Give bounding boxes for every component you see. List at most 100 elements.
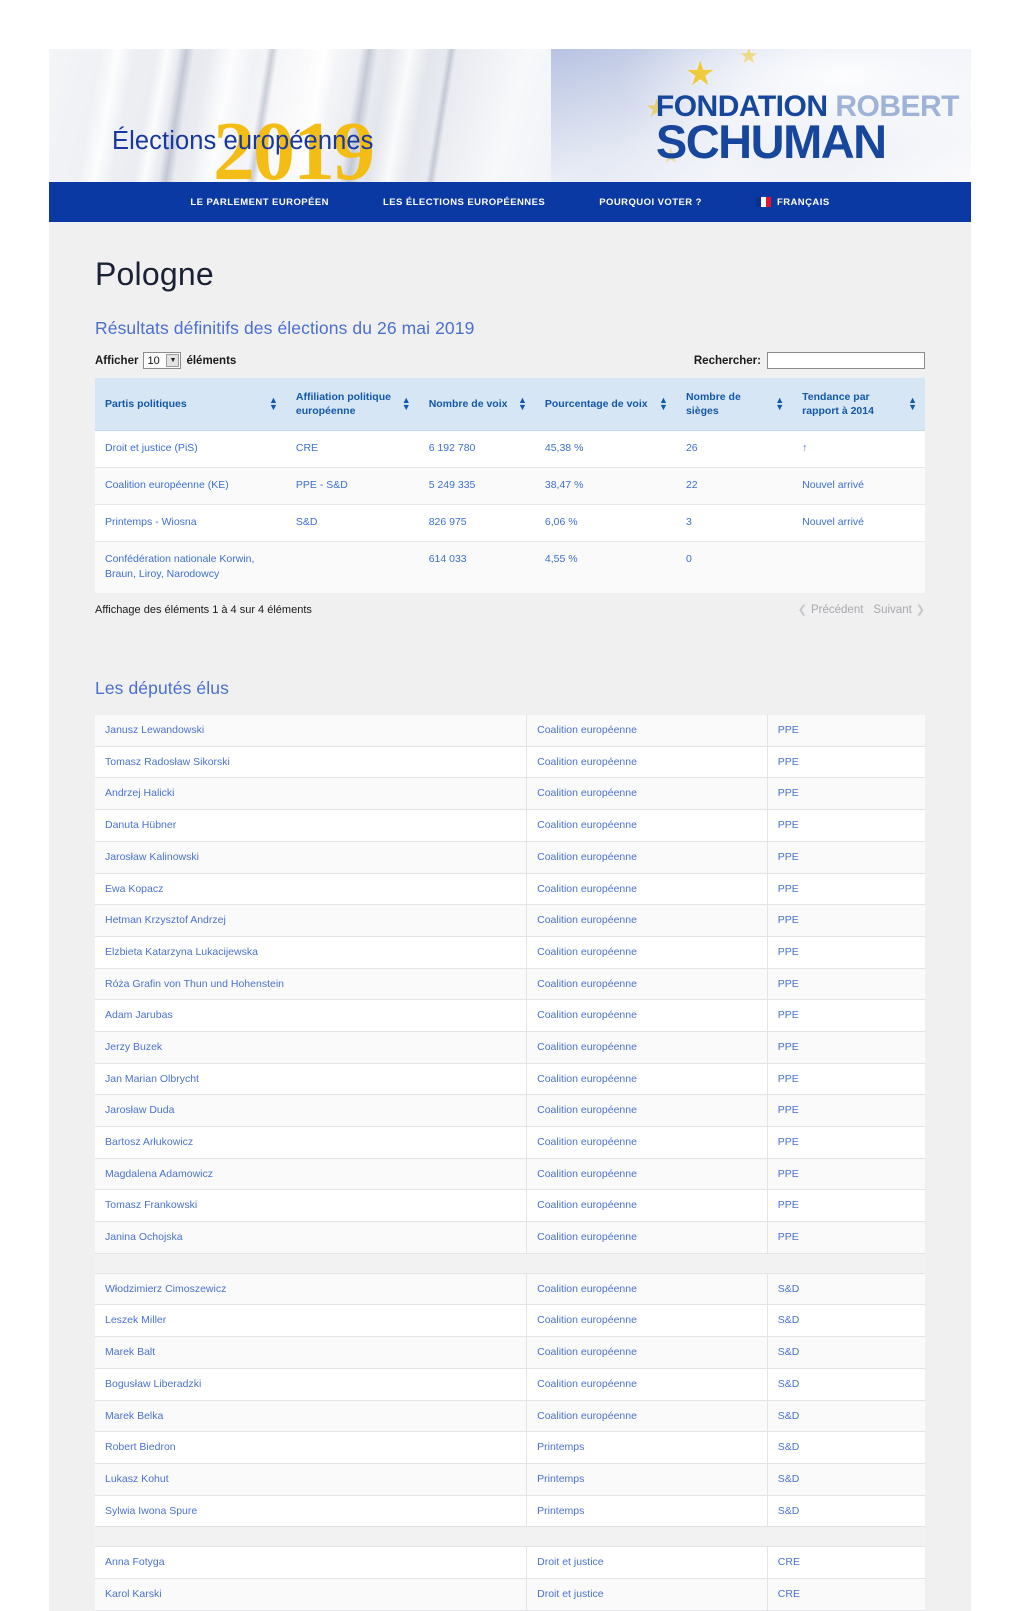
cell-pourcentage: 45,38 %: [534, 430, 676, 469]
deputy-party: Coalition européenne: [526, 999, 768, 1032]
deputy-group: S&D: [767, 1495, 925, 1528]
page-length-suffix-label: éléments: [186, 354, 237, 367]
deputy-party: Coalition européenne: [526, 936, 768, 969]
deputy-group: PPE: [767, 1126, 925, 1159]
deputy-party: Printemps: [526, 1463, 768, 1496]
col-header-partis[interactable]: Partis politiques ▲ ▼: [95, 378, 286, 432]
deputy-name: Karol Karski: [95, 1578, 528, 1611]
deputy-party: Coalition européenne: [526, 746, 768, 779]
deputy-name: Jerzy Buzek: [95, 1031, 528, 1064]
table-row: Ewa Kopacz Coalition européenne PPE: [95, 873, 925, 906]
page-length-select[interactable]: 10 ▼: [143, 352, 182, 369]
table-row: Danuta Hübner Coalition européenne PPE: [95, 809, 925, 842]
deputy-group: PPE: [767, 968, 925, 1001]
cell-pourcentage: 6,06 %: [534, 504, 676, 542]
datatable-info: Affichage des éléments 1 à 4 sur 4 éléme…: [95, 603, 312, 616]
deputy-name: Adam Jarubas: [95, 999, 528, 1032]
pagination-previous[interactable]: ❮ Précédent: [797, 603, 864, 617]
table-row: Confédération nationale Korwin, Braun, L…: [95, 541, 925, 594]
site-banner: ★ ★ ★ ★ 2019 Élections européennes FONDA…: [49, 49, 971, 182]
search-input[interactable]: [767, 352, 925, 369]
deputy-party: Printemps: [526, 1431, 768, 1464]
deputy-group: S&D: [767, 1368, 925, 1401]
results-table-header-row: Partis politiques ▲ ▼ Affiliation politiqu…: [95, 378, 925, 432]
group-separator-cell: [95, 1526, 925, 1548]
sort-updown-icon: ▲ ▼: [659, 394, 668, 413]
deputy-party: Coalition européenne: [526, 715, 768, 747]
col-header-affiliation[interactable]: Affiliation politique européenne ▲ ▼: [285, 378, 419, 432]
col-header-label: Affiliation politique européenne: [295, 391, 391, 418]
col-header-label: Tendance par rapport à 2014: [802, 391, 874, 418]
cell-pourcentage: 38,47 %: [534, 467, 676, 505]
nav-item-language[interactable]: FRANÇAIS: [755, 197, 830, 208]
table-row: Adam Jarubas Coalition européenne PPE: [95, 999, 925, 1032]
cell-sieges: 0: [675, 541, 793, 594]
col-header-pourcentage[interactable]: Pourcentage de voix ▲ ▼: [534, 378, 676, 432]
deputy-group: PPE: [767, 1094, 925, 1128]
deputy-party: Coalition européenne: [526, 809, 768, 842]
table-row: Lukasz Kohut Printemps S&D: [95, 1463, 925, 1496]
french-flag-icon: [755, 197, 771, 207]
page-length-control[interactable]: Afficher 10 ▼ éléments: [95, 352, 236, 369]
deputy-name: Leszek Miller: [95, 1304, 528, 1338]
sort-updown-icon: ▲ ▼: [908, 394, 917, 413]
deputy-name: Sylwia Iwona Spure: [95, 1495, 528, 1528]
chevron-down-icon: ▼: [166, 354, 180, 367]
deputy-group: PPE: [767, 1158, 925, 1191]
eu-star-icon: ★: [739, 49, 759, 68]
deputy-group: PPE: [767, 809, 925, 842]
cell-voix: 6 192 780: [418, 430, 535, 469]
col-header-sieges[interactable]: Nombre de sièges ▲ ▼: [675, 378, 793, 432]
deputy-group: PPE: [767, 904, 925, 937]
search-control[interactable]: Rechercher:: [694, 352, 925, 369]
col-header-tendance[interactable]: Tendance par rapport à 2014 ▲ ▼: [792, 378, 925, 432]
cell-voix: 614 033: [418, 541, 535, 594]
logo-schuman-text: SCHUMAN: [655, 114, 887, 168]
datatable-pagination: ❮ Précédent Suivant ❯: [797, 603, 925, 617]
deputy-party: Coalition européenne: [526, 904, 768, 937]
page-length-prefix-label: Afficher: [95, 354, 139, 367]
main-content: Pologne Résultats définitifs des électio…: [49, 222, 971, 1611]
deputy-party: Coalition européenne: [526, 1336, 768, 1369]
deputy-party: Coalition européenne: [526, 1126, 768, 1159]
deputy-name: Ewa Kopacz: [95, 873, 528, 906]
cell-voix: 5 249 335: [418, 467, 535, 505]
deputy-name: Jan Marian Olbrycht: [95, 1063, 528, 1096]
deputy-name: Magdalena Adamowicz: [95, 1158, 528, 1191]
nav-item-pourquoi-voter[interactable]: POURQUOI VOTER ?: [599, 197, 702, 208]
nav-item-elections[interactable]: LES ÉLECTIONS EUROPÉENNES: [383, 197, 545, 208]
table-row: Janusz Lewandowski Coalition européenne PP…: [95, 715, 925, 747]
col-header-voix[interactable]: Nombre de voix ▲ ▼: [418, 378, 535, 432]
cell-tendance: Nouvel arrivé: [792, 504, 925, 542]
cell-tendance: [792, 541, 925, 594]
results-table: Partis politiques ▲ ▼ Affiliation politiqu…: [95, 378, 925, 594]
results-subtitle: Résultats définitifs des élections du 26…: [95, 318, 475, 338]
deputy-name: Włodzimierz Cimoszewicz: [95, 1273, 528, 1306]
sort-updown-icon: ▲ ▼: [517, 394, 527, 413]
foundation-logo[interactable]: FONDATION ROBERT SCHUMAN: [655, 92, 960, 168]
deputy-name: Elzbieta Katarzyna Lukacijewska: [95, 936, 528, 969]
col-header-label: Partis politiques: [105, 398, 187, 411]
deputy-group: PPE: [767, 1189, 925, 1223]
deputies-table-body: Janusz Lewandowski Coalition européenne PP…: [95, 715, 925, 1611]
table-row: Jan Marian Olbrycht Coalition européenne P…: [95, 1063, 925, 1096]
deputy-group: PPE: [767, 841, 925, 874]
group-separator-cell: [95, 1253, 925, 1274]
deputy-party: Droit et justice: [526, 1578, 768, 1611]
col-header-label: Nombre de sièges: [685, 391, 741, 418]
cell-parti: Printemps - Wiosna: [95, 504, 286, 542]
nav-item-parlement[interactable]: LE PARLEMENT EUROPÉEN: [190, 197, 329, 208]
chevron-left-icon: ❮: [797, 604, 807, 617]
sort-updown-icon: ▲ ▼: [268, 394, 278, 413]
deputy-party: Coalition européenne: [526, 1158, 768, 1191]
eu-star-icon: ★: [685, 55, 716, 93]
deputy-group: PPE: [767, 1221, 925, 1254]
table-row: Coalition européenne (KE) PPE - S&D 5 24…: [95, 467, 925, 505]
group-separator-row: [95, 1253, 925, 1274]
table-row: Jarosław Duda Coalition européenne PPE: [95, 1094, 925, 1128]
deputy-party: Coalition européenne: [526, 1063, 768, 1096]
deputies-table: Janusz Lewandowski Coalition européenne PP…: [95, 715, 925, 1611]
table-row: Anna Fotyga Droit et justice CRE: [95, 1546, 925, 1579]
pagination-next[interactable]: Suivant ❯: [873, 603, 925, 617]
deputy-group: PPE: [767, 873, 925, 906]
